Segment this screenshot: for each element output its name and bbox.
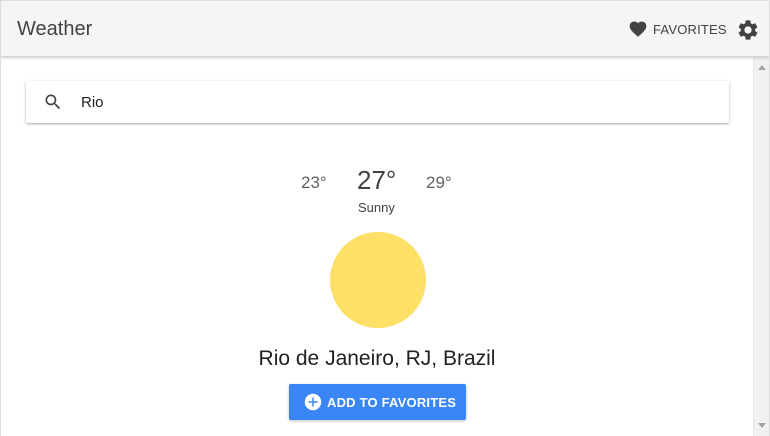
add-to-favorites-button[interactable]: ADD TO FAVORITES — [289, 384, 466, 420]
gear-icon[interactable] — [736, 18, 760, 42]
search-input[interactable] — [81, 90, 681, 114]
weather-app: Weather FAVORITES 23° 27° 29° Sunny Rio … — [0, 0, 770, 436]
add-to-favorites-label: ADD TO FAVORITES — [327, 394, 457, 410]
plus-circle-icon — [304, 393, 322, 411]
temp-current: 27° — [357, 165, 397, 195]
temp-high: 29° — [426, 173, 452, 192]
temperature-row: 23° 27° 29° — [1, 165, 753, 195]
search-icon[interactable] — [43, 92, 63, 112]
scroll-up-icon[interactable] — [758, 65, 766, 70]
favorites-label: FAVORITES — [653, 21, 727, 37]
location-name: Rio de Janeiro, RJ, Brazil — [258, 347, 496, 370]
sun-icon — [330, 232, 426, 328]
weather-condition: Sunny — [358, 200, 395, 215]
temp-low: 23° — [301, 173, 327, 192]
favorites-button[interactable]: FAVORITES — [628, 18, 727, 40]
scroll-down-icon[interactable] — [758, 423, 766, 428]
app-header: Weather FAVORITES — [1, 0, 769, 57]
vertical-scrollbar[interactable] — [753, 57, 769, 436]
app-title: Weather — [17, 18, 93, 40]
heart-icon — [629, 21, 647, 37]
search-bar — [26, 81, 729, 123]
